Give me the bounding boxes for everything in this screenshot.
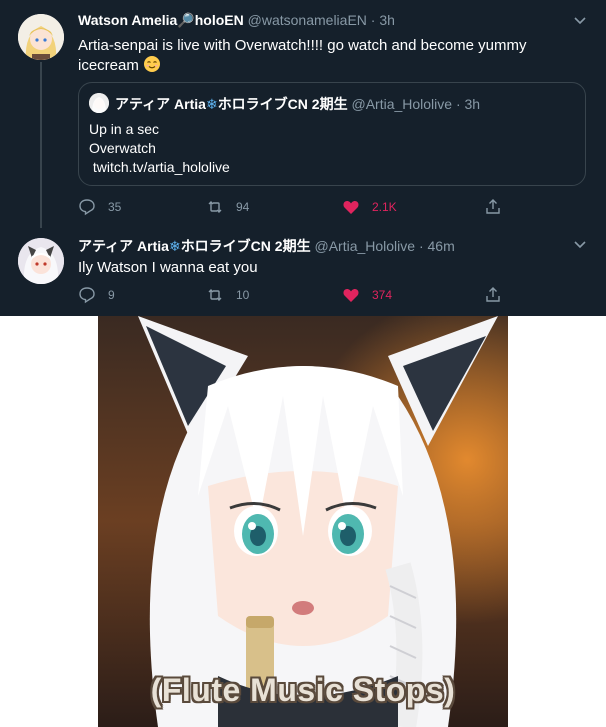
display-name-suffix[interactable]: ホロライブCN 2期生 xyxy=(181,238,311,254)
twitter-timeline: Watson Amelia🔎holoEN @watsonameliaEN · 3… xyxy=(0,0,606,316)
relieved-face-icon xyxy=(144,56,161,72)
tweet-text: Ily Watson I wanna eat you xyxy=(78,259,258,276)
share-button[interactable] xyxy=(484,197,514,217)
user-handle[interactable]: @watsonameliaEN xyxy=(248,12,367,28)
quoted-tweet[interactable]: アティア Artia❄ホロライブCN 2期生 @Artia_Hololive ·… xyxy=(78,82,586,186)
tweet-header: アティア Artia❄ホロライブCN 2期生 @Artia_Hololive ·… xyxy=(78,236,455,256)
reply-count: 35 xyxy=(108,200,122,214)
tweet-text-line2: icecream xyxy=(78,57,139,74)
tweet-text: Artia-senpai is live with Overwatch!!!! … xyxy=(78,36,527,75)
heart-filled-icon xyxy=(343,201,359,214)
quoted-timestamp: · 3h xyxy=(455,96,481,112)
avatar-artia[interactable] xyxy=(18,238,64,284)
quoted-header: アティア Artia❄ホロライブCN 2期生 @Artia_Hololive ·… xyxy=(115,94,480,114)
heart-filled-icon xyxy=(343,289,359,302)
tweet-text-line1: Artia-senpai is live with Overwatch!!!! … xyxy=(78,37,527,54)
reply-count: 9 xyxy=(108,288,115,302)
display-name[interactable]: Watson Amelia🔎holoEN xyxy=(78,12,244,28)
retweet-icon xyxy=(208,201,222,213)
timestamp[interactable]: · 46m xyxy=(419,238,455,254)
retweet-button[interactable]: 94 xyxy=(206,197,249,217)
retweet-count: 10 xyxy=(236,288,250,302)
reply-icon xyxy=(79,287,95,304)
like-count: 2.1K xyxy=(372,200,397,214)
meme-image: (Flute Music Stops) xyxy=(98,316,508,727)
timestamp[interactable]: · 3h xyxy=(371,12,395,28)
avatar-watson[interactable] xyxy=(18,14,64,60)
share-icon xyxy=(486,287,500,302)
tweet-actions: 9 10 374 xyxy=(78,285,508,305)
reply-button[interactable]: 9 xyxy=(78,285,115,305)
quoted-name: アティア Artia xyxy=(115,96,206,112)
user-handle[interactable]: @Artia_Hololive xyxy=(314,238,415,254)
display-name[interactable]: アティア Artia xyxy=(78,238,169,254)
like-button[interactable]: 2.1K xyxy=(342,197,397,217)
avatar-artia-small xyxy=(89,93,109,113)
snowflake-icon: ❄ xyxy=(168,238,181,254)
like-button[interactable]: 374 xyxy=(342,285,392,305)
retweet-count: 94 xyxy=(236,200,250,214)
tweet-artia[interactable]: アティア Artia❄ホロライブCN 2期生 @Artia_Hololive ·… xyxy=(0,228,606,316)
quoted-name-suffix: ホロライブCN 2期生 xyxy=(217,96,348,112)
quoted-text-line3[interactable]: twitch.tv/artia_hololive xyxy=(89,159,230,175)
retweet-icon xyxy=(208,289,222,301)
share-button[interactable] xyxy=(484,285,514,305)
quoted-text-line2: Overwatch xyxy=(89,140,156,156)
tweet-actions: 35 94 2.1K xyxy=(78,197,508,217)
quoted-text-line1: Up in a sec xyxy=(89,121,160,137)
reply-icon xyxy=(79,199,95,216)
meme-caption: (Flute Music Stops) xyxy=(150,672,456,708)
anime-girl-illustration xyxy=(98,316,508,727)
like-count: 374 xyxy=(372,288,393,302)
tweet-watson[interactable]: Watson Amelia🔎holoEN @watsonameliaEN · 3… xyxy=(0,0,606,228)
quoted-handle: @Artia_Hololive xyxy=(351,96,453,112)
chevron-down-icon[interactable] xyxy=(572,236,588,252)
share-icon xyxy=(486,199,500,214)
chevron-down-icon[interactable] xyxy=(572,12,588,28)
snowflake-icon: ❄ xyxy=(205,96,218,112)
tweet-header: Watson Amelia🔎holoEN @watsonameliaEN · 3… xyxy=(78,12,395,29)
reply-button[interactable]: 35 xyxy=(78,197,121,217)
retweet-button[interactable]: 10 xyxy=(206,285,249,305)
thread-connector xyxy=(40,62,42,228)
